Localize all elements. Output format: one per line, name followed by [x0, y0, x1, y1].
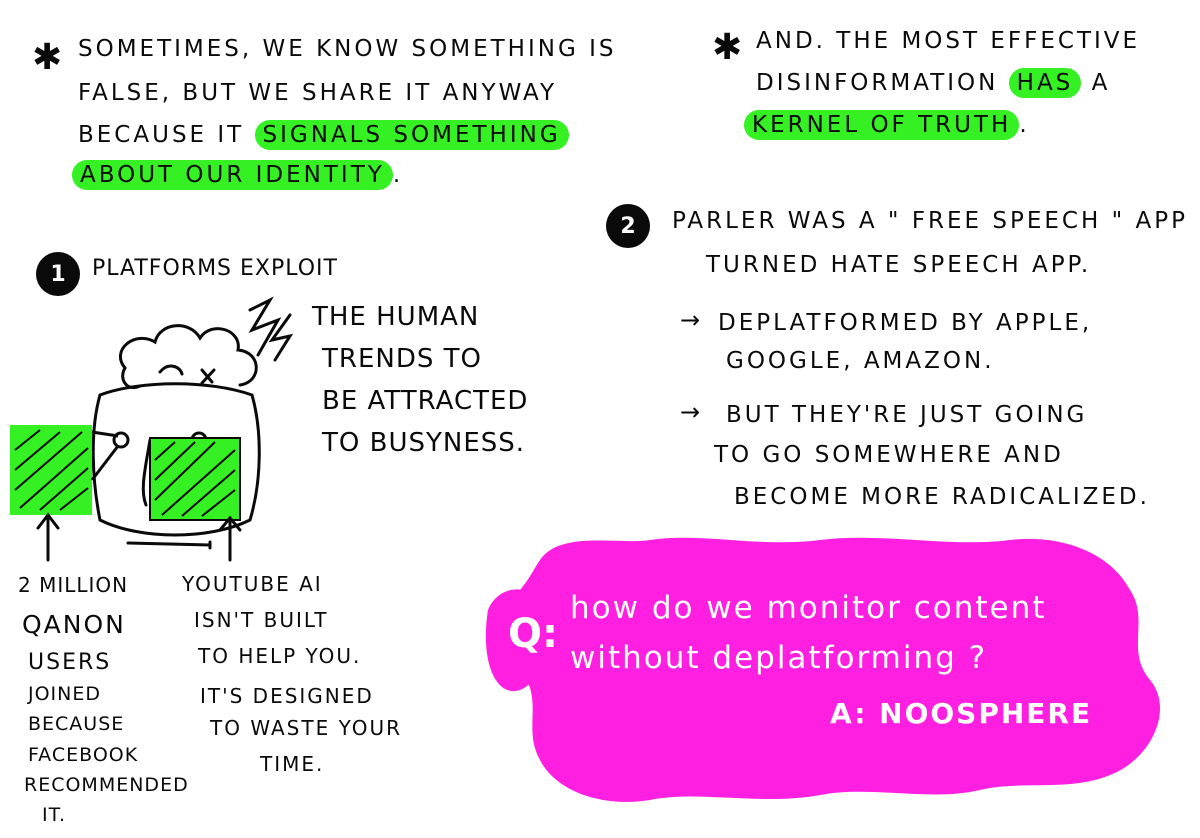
left-note-line1: Sometimes, we know something is: [78, 36, 617, 62]
qanon-line: because: [28, 713, 125, 735]
up-arrow-icons: [36, 512, 242, 562]
right-note-line3: kernel of truth.: [744, 110, 1030, 140]
callout-line: trends to: [322, 344, 482, 374]
left-note-line4: about our identity.: [72, 160, 404, 190]
qanon-line: QAnon: [22, 610, 126, 639]
callout-line: to busyness.: [322, 428, 526, 458]
qanon-line: recommended: [24, 774, 189, 796]
youtube-line: to help you.: [198, 644, 362, 668]
youtube-line: time.: [260, 752, 325, 776]
youtube-line: YouTube AI: [182, 572, 323, 596]
right-arrow-icon: →: [680, 306, 701, 334]
left-note-line3: because it signals something: [78, 120, 569, 150]
left-note-line3-pre: because it: [78, 122, 245, 148]
section-2-badge: 2: [606, 204, 650, 248]
answer-text: A: NOOSPHERE: [830, 697, 1093, 730]
qanon-line: Facebook: [28, 744, 139, 766]
qanon-line: joined: [28, 683, 102, 705]
callout-line: be attracted: [322, 386, 529, 416]
question-line2: without deplatforming ?: [570, 640, 988, 676]
right-note-line1: And. The most effective: [756, 28, 1141, 54]
asterisk-icon: ✱: [712, 27, 743, 68]
right-note-line2: disinformation has a: [756, 68, 1111, 98]
highlight-identity: about our identity: [72, 160, 393, 190]
screen-left: [10, 425, 120, 515]
section-1-title: Platforms exploit: [92, 256, 338, 281]
bullet2-line: to go somewhere and: [714, 442, 1064, 468]
right-arrow-icon: →: [680, 398, 701, 426]
qanon-line: users: [28, 650, 112, 675]
callout-line: The human: [312, 302, 480, 332]
bullet2-line: But they're just going: [726, 402, 1088, 428]
left-note-line4-post: .: [392, 162, 404, 188]
qanon-line: it.: [42, 804, 66, 826]
section-2-line2: turned hate speech app.: [706, 252, 1092, 278]
question-line1: how do we monitor content: [570, 590, 1047, 626]
screen-right: [149, 437, 241, 521]
youtube-line: isn't built: [194, 608, 329, 632]
q-label: Q:: [508, 611, 558, 657]
section-2-line1: Parler was a " free speech " app: [672, 208, 1188, 234]
right-note-line2-pre: disinformation: [756, 70, 999, 96]
highlight-kernel: kernel of truth: [744, 110, 1020, 140]
youtube-line: to waste your: [210, 716, 402, 740]
section-1-badge: 1: [36, 252, 80, 296]
qanon-line: 2 million: [18, 573, 129, 597]
right-note-line2-post: a: [1091, 70, 1111, 96]
bullet1-line: deplatformed by apple,: [718, 310, 1093, 336]
right-note-line3-post: .: [1019, 112, 1030, 138]
highlight-signals: signals something: [254, 120, 569, 150]
bullet1-line: Google, Amazon.: [726, 348, 995, 374]
left-note-line2: false, but we share it anyway: [78, 80, 558, 106]
youtube-line: It's designed: [200, 684, 374, 708]
asterisk-icon: ✱: [32, 37, 63, 78]
highlight-has: has: [1008, 68, 1082, 98]
bullet2-line: become more radicalized.: [734, 484, 1150, 510]
